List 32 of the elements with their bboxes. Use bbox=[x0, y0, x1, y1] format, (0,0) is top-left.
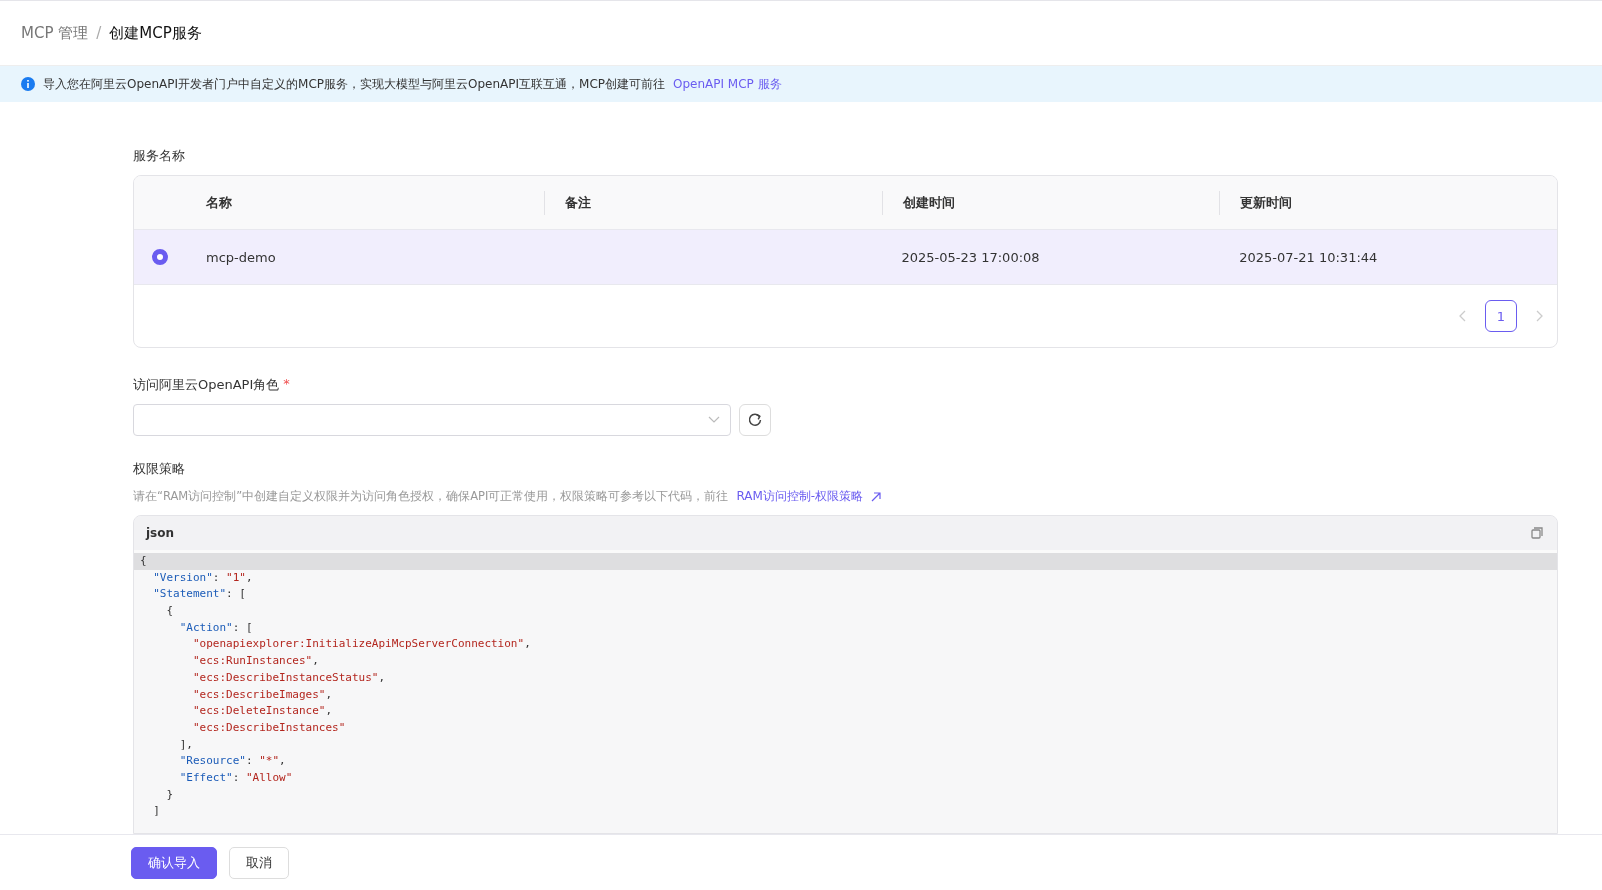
external-link-icon[interactable] bbox=[871, 491, 882, 502]
field-label: 权限策略 bbox=[133, 460, 185, 478]
breadcrumb-separator: / bbox=[96, 24, 102, 42]
radio-button[interactable] bbox=[152, 249, 168, 265]
required-mark: * bbox=[283, 376, 290, 393]
refresh-icon bbox=[747, 412, 763, 428]
column-header: 名称 bbox=[206, 193, 233, 212]
page-button[interactable]: 1 bbox=[1485, 300, 1517, 332]
notice-text: 导入您在阿里云OpenAPI开发者门户中自定义的MCP服务，实现大模型与阿里云OpenAPI互联互通，MCP创建可前往 bbox=[43, 75, 665, 93]
column-header: 更新时间 bbox=[1219, 190, 1557, 215]
confirm-button[interactable]: 确认导入 bbox=[131, 847, 217, 879]
table-row[interactable]: mcp-demo 2025-05-23 17:00:08 2025-07-21 10:31:44 bbox=[134, 230, 1557, 285]
table-cell-text: 2025-07-21 10:31:44 bbox=[1238, 249, 1379, 265]
field-label: 访问阿里云OpenAPI角色 bbox=[133, 376, 280, 394]
breadcrumb-item[interactable]: MCP 管理 bbox=[21, 23, 89, 43]
openapi-mcp-link[interactable]: OpenAPI MCP 服务 bbox=[673, 75, 782, 93]
ram-policy-link[interactable]: RAM访问控制-权限策略 bbox=[736, 488, 864, 505]
field-label: 服务名称 bbox=[133, 147, 185, 165]
column-header: 创建时间 bbox=[881, 190, 1220, 215]
refresh-button[interactable] bbox=[739, 404, 771, 436]
code-language: json bbox=[146, 526, 175, 540]
table-cell-text: 2025-05-23 17:00:08 bbox=[900, 249, 1041, 265]
chevron-left-icon[interactable] bbox=[1459, 310, 1467, 322]
breadcrumb-item: 创建MCP服务 bbox=[109, 23, 202, 43]
table-cell-text: mcp-demo bbox=[206, 249, 277, 265]
column-header: 备注 bbox=[543, 190, 882, 215]
hint-text: 请在“RAM访问控制”中创建自定义权限并为访问角色授权，确保API可正常使用，权限策略可参考以下代码，前往 bbox=[133, 489, 729, 504]
cancel-button[interactable]: 取消 bbox=[229, 847, 289, 879]
chevron-right-icon[interactable] bbox=[1535, 310, 1543, 322]
info-icon bbox=[21, 77, 35, 91]
copy-icon[interactable] bbox=[1531, 527, 1543, 539]
chevron-down-icon bbox=[708, 416, 720, 424]
